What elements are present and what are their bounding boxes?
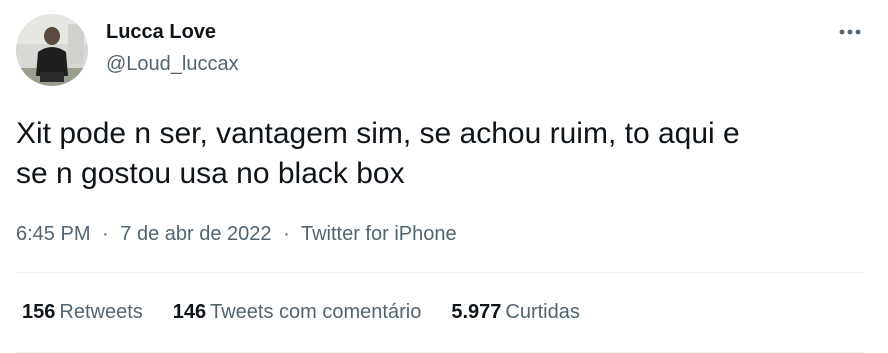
likes-count: 5.977: [451, 301, 502, 323]
tweet-source[interactable]: Twitter for iPhone: [301, 223, 457, 245]
separator: ·: [283, 223, 290, 245]
likes-stat[interactable]: 5.977 Curtidas: [451, 300, 580, 324]
avatar-image: [16, 14, 88, 86]
likes-label: Curtidas: [505, 301, 580, 323]
tweet-text: Xit pode n ser, vantagem sim, se achou r…: [16, 114, 876, 194]
quote-tweets-count: 146: [172, 301, 207, 323]
author-handle[interactable]: @Loud_luccax: [106, 52, 239, 76]
tweet-metadata: 6:45 PM · 7 de abr de 2022 · Twitter for…: [16, 222, 457, 246]
retweets-stat[interactable]: 156 Retweets: [22, 300, 143, 324]
retweets-label: Retweets: [59, 301, 143, 323]
quote-tweets-stat[interactable]: 146 Tweets com comentário: [173, 300, 422, 324]
tweet-card: Lucca Love @Loud_luccax Xit pode n ser, …: [0, 0, 888, 353]
avatar[interactable]: [16, 14, 88, 86]
tweet-text-line: se n gostou usa no black box: [16, 157, 405, 190]
quote-tweets-label: Tweets com comentário: [210, 301, 422, 323]
retweets-count: 156: [22, 301, 56, 323]
author-name[interactable]: Lucca Love: [106, 20, 216, 44]
tweet-text-line: Xit pode n ser, vantagem sim, se achou r…: [16, 117, 740, 150]
tweet-date[interactable]: 7 de abr de 2022: [120, 223, 271, 245]
separator: ·: [102, 223, 109, 245]
tweet-stats: 156 Retweets 146 Tweets com comentário 5.9…: [22, 300, 610, 324]
more-options-button[interactable]: [830, 20, 870, 44]
more-horizontal-icon: [839, 29, 861, 35]
divider: [16, 272, 864, 273]
tweet-time[interactable]: 6:45 PM: [16, 223, 90, 245]
